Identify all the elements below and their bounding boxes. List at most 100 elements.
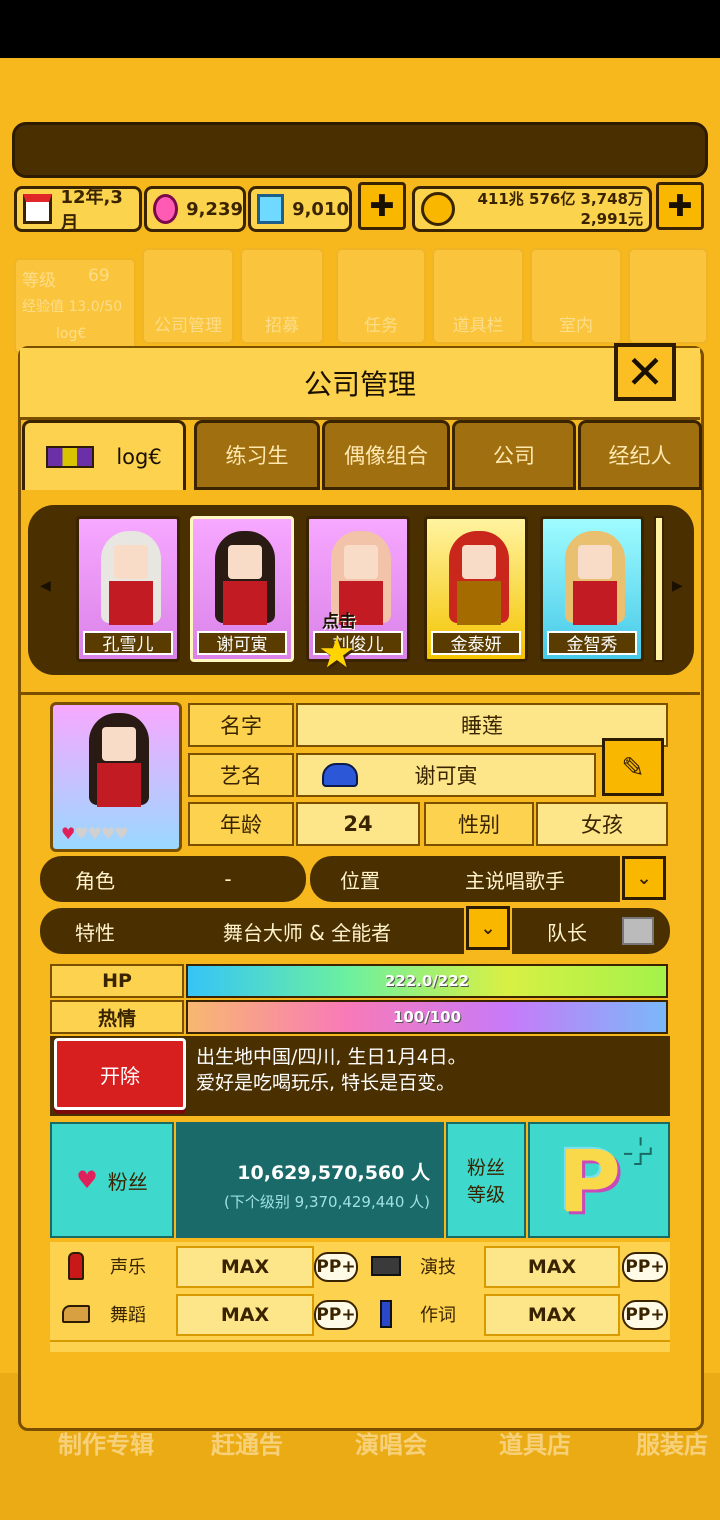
shoe-icon — [56, 1294, 96, 1334]
gems-display: 9,239 — [144, 186, 246, 232]
tab-idol-group[interactable]: 偶像组合 — [322, 420, 450, 490]
tab-group-label: log€ — [116, 444, 162, 469]
passion-bar: 100/100 — [186, 1000, 668, 1034]
pp-plus-button[interactable]: PP+ — [622, 1300, 668, 1330]
age-value: 24 — [296, 802, 420, 846]
name-label: 名字 — [188, 703, 294, 747]
fans-count: 10,629,570,560 人 — [237, 1162, 430, 1184]
trait-row: 特性 舞台大师 & 全能者 — [40, 908, 464, 954]
bg-tile-label: 公司管理 — [154, 316, 222, 336]
fan-level-label-2: 等级 — [466, 1184, 505, 1206]
trait-dropdown[interactable]: ⌄ — [466, 906, 510, 950]
heart-icon: ♥ — [76, 1166, 98, 1194]
bg-exp-label: 经验值 13.0/50 — [22, 299, 123, 315]
bg-level-value: 69 — [88, 266, 110, 286]
bg-level-tile: 等级 69 经验值 13.0/50 log€ — [14, 258, 136, 354]
member-card[interactable]: 金智秀 — [540, 516, 644, 662]
role-row: 角色 - — [40, 856, 306, 902]
leader-toggle[interactable] — [622, 917, 654, 945]
stage-name-label: 艺名 — [188, 753, 294, 797]
star-icon: ★ — [318, 628, 356, 677]
next-card-peek — [654, 516, 664, 662]
panel-title: 公司管理 — [20, 348, 700, 420]
fire-button[interactable]: 开除 — [54, 1038, 186, 1110]
date-text: 12年,3月 — [60, 187, 123, 234]
hp-bar: 222.0/222 — [186, 964, 668, 998]
scroll-left-icon[interactable]: ◀ — [40, 578, 51, 594]
member-name: 金泰妍 — [431, 631, 521, 655]
skill-name: 声乐 — [110, 1257, 146, 1278]
tab-agent[interactable]: 经纪人 — [578, 420, 702, 490]
tab-group[interactable]: log€ — [22, 420, 186, 490]
add-diamonds-button[interactable]: ✚ — [358, 182, 406, 230]
divider — [20, 692, 700, 695]
bio-line-1: 出生地中国/四川, 生日1月4日。 — [196, 1046, 467, 1068]
status-bar — [0, 0, 720, 58]
close-button[interactable]: ✕ — [614, 343, 676, 401]
position-value: 主说唱歌手 — [465, 868, 565, 893]
fans-label-box: ♥ 粉丝 — [50, 1122, 174, 1238]
bg-tile-interior: 室内 — [530, 248, 622, 344]
trait-label: 特性 — [75, 920, 115, 945]
game-screen: 等级 69 经验值 13.0/50 log€ 公司管理 招募 任务 道具栏 室内… — [0, 58, 720, 1520]
skill-value: MAX — [176, 1294, 314, 1336]
pen-icon: ✎ — [621, 750, 645, 784]
pp-plus-button[interactable]: PP+ — [314, 1252, 358, 1282]
p-badge-icon: P — [558, 1132, 622, 1232]
member-card[interactable]: 金泰妍 — [424, 516, 528, 662]
bg-tile-label: 室内 — [559, 316, 593, 336]
pp-plus-button[interactable]: PP+ — [622, 1252, 668, 1282]
fan-level-label-box: 粉丝 等级 — [446, 1122, 526, 1238]
bg-tile-label: 任务 — [364, 316, 398, 336]
member-card[interactable]: 孔雪儿 — [76, 516, 180, 662]
skill-value: MAX — [484, 1246, 620, 1288]
stage-name-value: 谢可寅 — [414, 764, 478, 788]
heart-icon: ♥ — [61, 824, 75, 843]
bg-tile-mail — [628, 248, 708, 344]
pp-plus-button[interactable]: PP+ — [314, 1300, 358, 1330]
member-card-selected[interactable]: 谢可寅 — [190, 516, 294, 662]
member-name: 孔雪儿 — [83, 631, 173, 655]
position-dropdown[interactable]: ⌄ — [622, 856, 666, 900]
bg-tile-label: 道具栏 — [452, 316, 504, 336]
fan-level-badge[interactable]: P ✚ — [528, 1122, 670, 1238]
profile-portrait: ♥♥♥♥♥ — [50, 702, 182, 852]
skill-name: 作词 — [420, 1305, 456, 1326]
leader-label: 队长 — [547, 920, 587, 945]
passion-label: 热情 — [50, 1000, 184, 1034]
skill-value: MAX — [176, 1246, 314, 1288]
member-name: 金智秀 — [547, 631, 637, 655]
skill-name: 演技 — [420, 1257, 456, 1278]
add-money-button[interactable]: ✚ — [656, 182, 704, 230]
tab-company[interactable]: 公司 — [452, 420, 576, 490]
bio-line-2: 爱好是吃喝玩乐, 特长是百变。 — [196, 1072, 456, 1094]
bg-tile-mission: 任务 — [336, 248, 426, 344]
pen-icon — [366, 1294, 406, 1334]
role-value: - — [224, 867, 232, 891]
hp-text: 222.0/222 — [384, 972, 470, 990]
gender-value: 女孩 — [536, 802, 668, 846]
pink-gem-icon — [153, 194, 179, 224]
money-display: 411兆 576亿 3,748万 2,991元 — [412, 186, 652, 232]
bio-text: 出生地中国/四川, 生日1月4日。 爱好是吃喝玩乐, 特长是百变。 — [196, 1044, 467, 1096]
hp-label: HP — [50, 964, 184, 998]
scroll-right-icon[interactable]: ▶ — [672, 578, 683, 594]
chevron-down-icon: ⌄ — [480, 917, 496, 939]
panel-title-text: 公司管理 — [303, 367, 416, 401]
leader-row: 队长 — [512, 908, 670, 954]
blue-cap-icon — [322, 763, 358, 787]
passion-text: 100/100 — [392, 1008, 462, 1026]
fans-label: 粉丝 — [107, 1169, 148, 1194]
top-banner — [12, 122, 708, 178]
tab-trainee[interactable]: 练习生 — [194, 420, 320, 490]
money-line-1: 411兆 576亿 3,748万 — [477, 190, 643, 208]
position-label: 位置 — [340, 868, 380, 893]
money-line-2: 2,991元 — [580, 210, 643, 228]
gender-label: 性别 — [424, 802, 534, 846]
date-display: 12年,3月 — [14, 186, 142, 234]
edit-pen-button[interactable]: ✎ — [602, 738, 664, 796]
skill-value: MAX — [484, 1294, 620, 1336]
fan-level-label-1: 粉丝 — [466, 1157, 505, 1179]
diamonds-display: 9,010 — [248, 186, 352, 232]
skill-name: 舞蹈 — [110, 1305, 146, 1326]
